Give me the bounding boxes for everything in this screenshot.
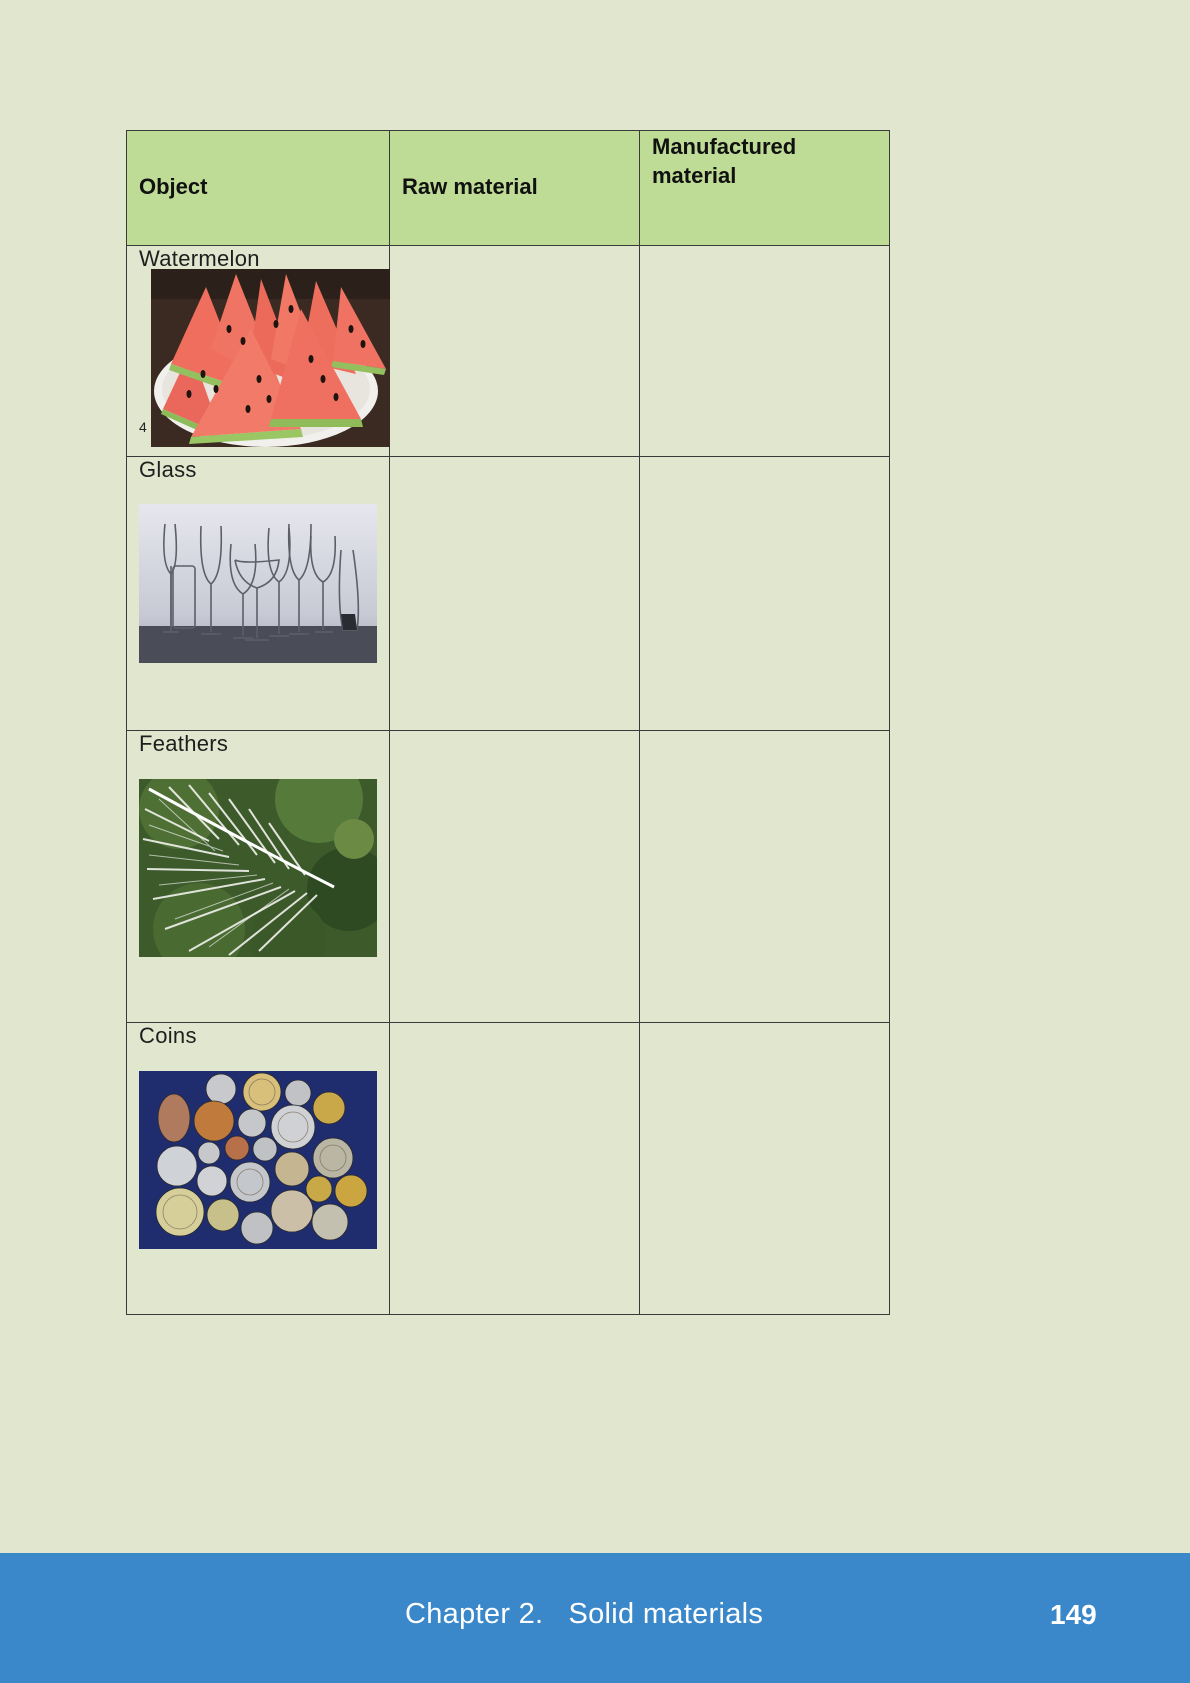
object-cell-coins: Coins xyxy=(126,1022,390,1315)
glasses-photo xyxy=(139,504,377,663)
object-label-glass: Glass xyxy=(139,457,197,482)
header-manufactured-material: Manufactured material xyxy=(639,130,890,246)
raw-material-cell-watermelon[interactable] xyxy=(389,245,640,457)
worksheet-table: Object Raw material Manufactured material… xyxy=(126,130,890,1315)
coins-photo xyxy=(139,1071,377,1249)
manufactured-material-cell-watermelon[interactable] xyxy=(639,245,890,457)
raw-material-cell-coins[interactable] xyxy=(389,1022,640,1315)
table-row: Glass xyxy=(126,456,890,731)
header-object-label: Object xyxy=(139,174,208,199)
manufactured-material-cell-coins[interactable] xyxy=(639,1022,890,1315)
table-row: Feathers xyxy=(126,730,890,1023)
object-cell-glass: Glass xyxy=(126,456,390,731)
page-number: 149 xyxy=(1050,1599,1097,1630)
raw-material-cell-feathers[interactable] xyxy=(389,730,640,1023)
manufactured-material-cell-feathers[interactable] xyxy=(639,730,890,1023)
footnote-marker: 4 xyxy=(139,419,147,435)
table-header-row: Object Raw material Manufactured material xyxy=(126,130,890,246)
object-cell-watermelon: Watermelon 4 xyxy=(126,245,390,457)
watermelon-photo xyxy=(151,269,390,447)
object-label-feathers: Feathers xyxy=(139,731,229,756)
raw-material-cell-glass[interactable] xyxy=(389,456,640,731)
table-row: Coins xyxy=(126,1022,890,1315)
chapter-title: Chapter 2. Solid materials xyxy=(405,1598,764,1630)
header-raw-material-label: Raw material xyxy=(402,174,538,199)
object-label-coins: Coins xyxy=(139,1023,197,1048)
feather-photo xyxy=(139,779,377,957)
table-row: Watermelon 4 xyxy=(126,245,890,457)
object-cell-feathers: Feathers xyxy=(126,730,390,1023)
header-manufactured-line1: Manufactured xyxy=(652,134,797,159)
page-footer: Chapter 2. Solid materials 149 xyxy=(0,1553,1190,1683)
header-manufactured-material-label: Manufactured material xyxy=(652,132,796,190)
header-object: Object xyxy=(126,130,390,246)
manufactured-material-cell-glass[interactable] xyxy=(639,456,890,731)
header-manufactured-line2: material xyxy=(652,163,737,188)
header-raw-material: Raw material xyxy=(389,130,640,246)
